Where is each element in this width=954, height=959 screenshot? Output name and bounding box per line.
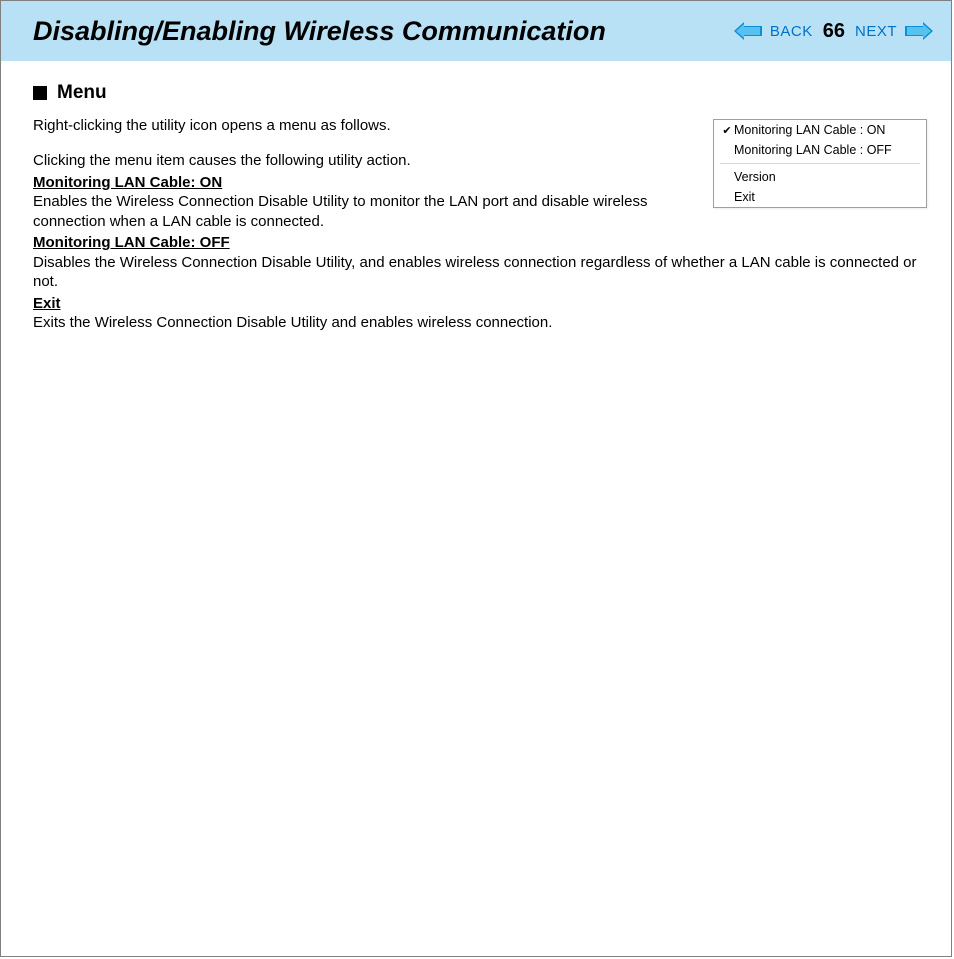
menu-item-1: Monitoring LAN Cable: ON Enables the Wir… bbox=[33, 173, 683, 232]
page-nav: BACK 66 NEXT bbox=[734, 20, 933, 43]
intro-text-2: Clicking the menu item causes the follow… bbox=[33, 151, 683, 171]
page-header: Disabling/Enabling Wireless Communicatio… bbox=[1, 1, 951, 61]
back-arrow-icon[interactable] bbox=[734, 22, 762, 40]
section-heading-row: Menu bbox=[33, 81, 919, 106]
page-title: Disabling/Enabling Wireless Communicatio… bbox=[33, 16, 734, 47]
menu-row-monitoring-off: Monitoring LAN Cable : OFF bbox=[714, 140, 926, 160]
item-1-body: Enables the Wireless Connection Disable … bbox=[33, 193, 647, 230]
item-1-heading: Monitoring LAN Cable: ON bbox=[33, 174, 222, 191]
menu-label: Monitoring LAN Cable : ON bbox=[734, 123, 885, 137]
next-arrow-icon[interactable] bbox=[905, 22, 933, 40]
item-3-heading: Exit bbox=[33, 295, 61, 312]
page-number: 66 bbox=[823, 20, 845, 43]
item-3-body: Exits the Wireless Connection Disable Ut… bbox=[33, 314, 552, 331]
check-icon: ✔ bbox=[720, 124, 734, 137]
back-link[interactable]: BACK bbox=[770, 23, 813, 40]
menu-separator bbox=[720, 163, 920, 164]
menu-row-monitoring-on: ✔ Monitoring LAN Cable : ON bbox=[714, 120, 926, 140]
next-link[interactable]: NEXT bbox=[855, 23, 897, 40]
menu-item-3: Exit Exits the Wireless Connection Disab… bbox=[33, 294, 919, 333]
menu-label: Version bbox=[734, 170, 776, 184]
item-2-heading: Monitoring LAN Cable: OFF bbox=[33, 234, 230, 251]
text-block-wrapped: Right-clicking the utility icon opens a … bbox=[33, 116, 683, 253]
document-page: Disabling/Enabling Wireless Communicatio… bbox=[0, 0, 952, 957]
context-menu-screenshot: ✔ Monitoring LAN Cable : ON Monitoring L… bbox=[713, 119, 927, 208]
menu-item-2-body-line: Disables the Wireless Connection Disable… bbox=[33, 253, 919, 292]
menu-label: Monitoring LAN Cable : OFF bbox=[734, 143, 892, 157]
menu-label: Exit bbox=[734, 190, 755, 204]
menu-row-exit: Exit bbox=[714, 187, 926, 207]
menu-item-2-head-line: Monitoring LAN Cable: OFF bbox=[33, 233, 683, 253]
section-heading: Menu bbox=[57, 81, 107, 106]
square-bullet-icon bbox=[33, 86, 47, 100]
menu-row-version: Version bbox=[714, 167, 926, 187]
intro-text-1: Right-clicking the utility icon opens a … bbox=[33, 116, 683, 136]
item-2-body: Disables the Wireless Connection Disable… bbox=[33, 254, 917, 291]
